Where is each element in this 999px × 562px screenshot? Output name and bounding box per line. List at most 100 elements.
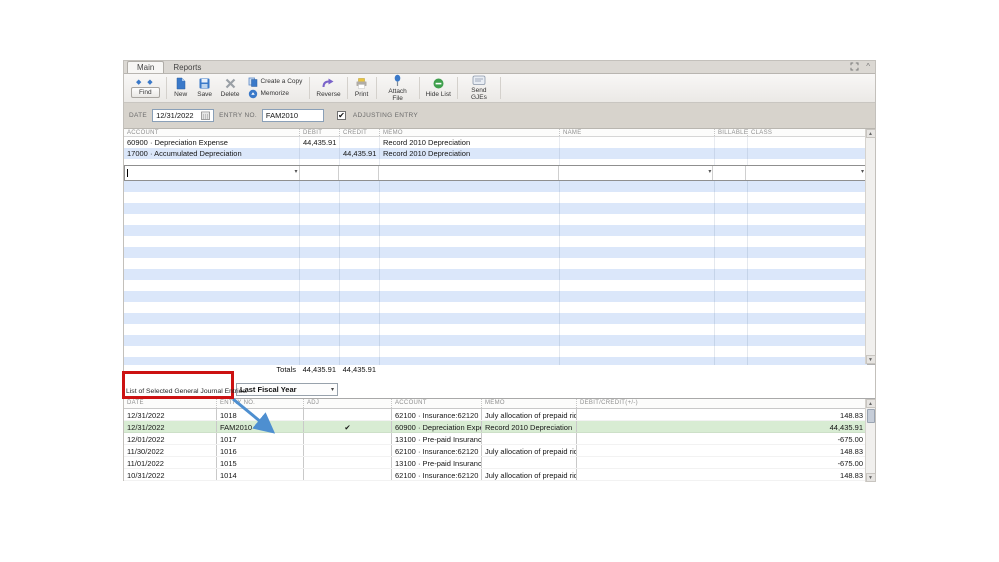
entry-no-value: FAM2010: [265, 111, 299, 120]
row1-credit[interactable]: [339, 137, 379, 148]
col-header-class: CLASS: [747, 129, 867, 136]
column-divider: [379, 181, 380, 365]
empty-journal-rows[interactable]: [124, 181, 867, 365]
billable-input[interactable]: [713, 166, 747, 180]
journal-row-2[interactable]: 17000 · Accumulated Depreciation 44,435.…: [124, 148, 867, 159]
row2-credit[interactable]: 44,435.91: [339, 148, 379, 159]
totals-credit: 44,435.91: [342, 365, 376, 374]
name-input[interactable]: ▾: [559, 166, 714, 180]
toolbar-separator: [456, 77, 458, 99]
new-button[interactable]: New: [169, 75, 193, 101]
save-button-label: Save: [197, 91, 213, 99]
row1-name[interactable]: [559, 137, 714, 148]
journal-row-1[interactable]: 60900 · Depreciation Expense 44,435.91 R…: [124, 137, 867, 148]
list-item[interactable]: 11/01/2022 1015 13100 · Pre-paid Insuran…: [124, 457, 867, 469]
delete-button[interactable]: Delete: [217, 75, 244, 101]
entry-field-bar: DATE 12/31/2022 ENTRY NO. FAM2010 ✔ ADJU…: [124, 103, 875, 129]
new-document-icon: [174, 77, 187, 90]
journal-entry-edit-row[interactable]: ▾ ▾ ▾: [124, 165, 867, 181]
row1-debit[interactable]: 44,435.91: [299, 137, 339, 148]
journal-row-empty[interactable]: [124, 159, 867, 165]
row1-memo[interactable]: Record 2010 Depreciation: [379, 137, 559, 148]
expand-icon[interactable]: [850, 62, 859, 71]
save-disk-icon: [198, 77, 211, 90]
entry-no-input[interactable]: FAM2010: [261, 109, 324, 122]
send-gjes-icon: [472, 75, 486, 86]
memorize-label: Memorize: [260, 90, 289, 98]
fiscal-dropdown-icon: ▾: [330, 387, 334, 393]
row1-account[interactable]: 60900 · Depreciation Expense: [124, 137, 299, 148]
make-general-journal-entries-window: Main Reports ^ ◆ ◆ Find New Save Delete …: [122, 60, 876, 482]
collapse-ribbon-icon[interactable]: ^: [866, 62, 870, 71]
attach-pin-icon: [391, 74, 404, 87]
window-controls: ^: [850, 62, 870, 71]
send-gjes-button[interactable]: Send GJEs: [460, 75, 498, 101]
scroll-up-icon[interactable]: ▲: [865, 129, 876, 138]
print-label: Print: [354, 91, 369, 99]
toolbar-separator: [309, 77, 311, 99]
toolbar: ◆ ◆ Find New Save Delete Create a Copy M…: [124, 74, 875, 103]
col-header-date: DATE: [127, 400, 144, 406]
tab-reports[interactable]: Reports: [164, 62, 210, 73]
row1-billable[interactable]: [714, 137, 747, 148]
text-caret: [127, 169, 128, 177]
tab-main[interactable]: Main: [127, 61, 165, 73]
totals-row: Totals 44,435.91 44,435.91: [124, 365, 875, 374]
col-header-amount: DEBIT/CREDIT(+/-): [576, 399, 867, 408]
class-input[interactable]: ▾: [746, 166, 866, 180]
date-value: 12/31/2022: [156, 111, 194, 120]
memorize-button[interactable]: Memorize: [248, 89, 302, 99]
debit-input[interactable]: [300, 166, 340, 180]
scroll-down-icon[interactable]: ▼: [865, 355, 876, 364]
col-header-memo: MEMO: [481, 399, 576, 408]
reverse-arrow-icon: [321, 77, 335, 90]
row2-memo[interactable]: Record 2010 Depreciation: [379, 148, 559, 159]
find-prev-next-icon[interactable]: ◆ ◆: [136, 78, 155, 86]
reverse-button[interactable]: Reverse: [312, 75, 344, 101]
list-item[interactable]: 10/31/2022 1014 62100 · Insurance:62120 …: [124, 469, 867, 481]
class-dropdown-icon[interactable]: ▾: [861, 169, 864, 176]
row2-account[interactable]: 17000 · Accumulated Depreciation: [124, 148, 299, 159]
account-input[interactable]: ▾: [125, 166, 300, 180]
row2-billable[interactable]: [714, 148, 747, 159]
toolbar-separator: [346, 77, 348, 99]
toolbar-separator: [418, 77, 420, 99]
toolbar-separator: [375, 77, 377, 99]
memo-input[interactable]: [379, 166, 559, 180]
column-divider: [747, 181, 748, 365]
name-dropdown-icon[interactable]: ▾: [708, 169, 711, 176]
adjusting-entry-label: ADJUSTING ENTRY: [352, 112, 418, 119]
date-input[interactable]: 12/31/2022: [152, 109, 215, 122]
row2-name[interactable]: [559, 148, 714, 159]
find-button[interactable]: ◆ ◆ Find: [127, 75, 164, 101]
attach-file-button[interactable]: Attach File: [379, 74, 417, 102]
scroll-up-icon[interactable]: ▲: [865, 399, 876, 408]
journal-grid-scrollbar[interactable]: ▲ ▼: [865, 129, 876, 364]
credit-input[interactable]: [339, 166, 380, 180]
attach-file-label: Attach File: [388, 87, 407, 102]
column-divider: [714, 181, 715, 365]
delete-x-icon: [224, 77, 237, 90]
scrollbar-thumb[interactable]: [867, 409, 875, 423]
calendar-icon[interactable]: [201, 111, 210, 120]
create-copy-label: Create a Copy: [260, 78, 303, 86]
adjusting-entry-checkbox[interactable]: ✔: [336, 111, 346, 120]
copy-memorize-group: Create a Copy Memorize: [243, 75, 307, 101]
send-gjes-label: Send GJEs: [470, 86, 487, 101]
create-copy-icon: [248, 77, 258, 87]
print-button[interactable]: Print: [350, 75, 374, 101]
ribbon-tabstrip: Main Reports ^: [124, 61, 875, 74]
scroll-down-icon[interactable]: ▼: [865, 473, 876, 482]
selected-entries-scrollbar[interactable]: ▲ ▼: [865, 399, 876, 482]
create-copy-button[interactable]: Create a Copy: [248, 77, 302, 87]
col-header-name: NAME: [559, 129, 714, 136]
save-button[interactable]: Save: [193, 75, 217, 101]
account-dropdown-icon[interactable]: ▾: [295, 169, 298, 176]
highlight-box: List of Selected General Journal Entries…: [122, 371, 248, 399]
row1-class[interactable]: [747, 137, 867, 148]
row2-class[interactable]: [747, 148, 867, 159]
hide-list-button[interactable]: Hide List: [422, 75, 455, 101]
list-item[interactable]: 11/30/2022 1016 62100 · Insurance:62120 …: [124, 445, 867, 457]
find-button-label[interactable]: Find: [131, 87, 160, 98]
row2-debit[interactable]: [299, 148, 339, 159]
